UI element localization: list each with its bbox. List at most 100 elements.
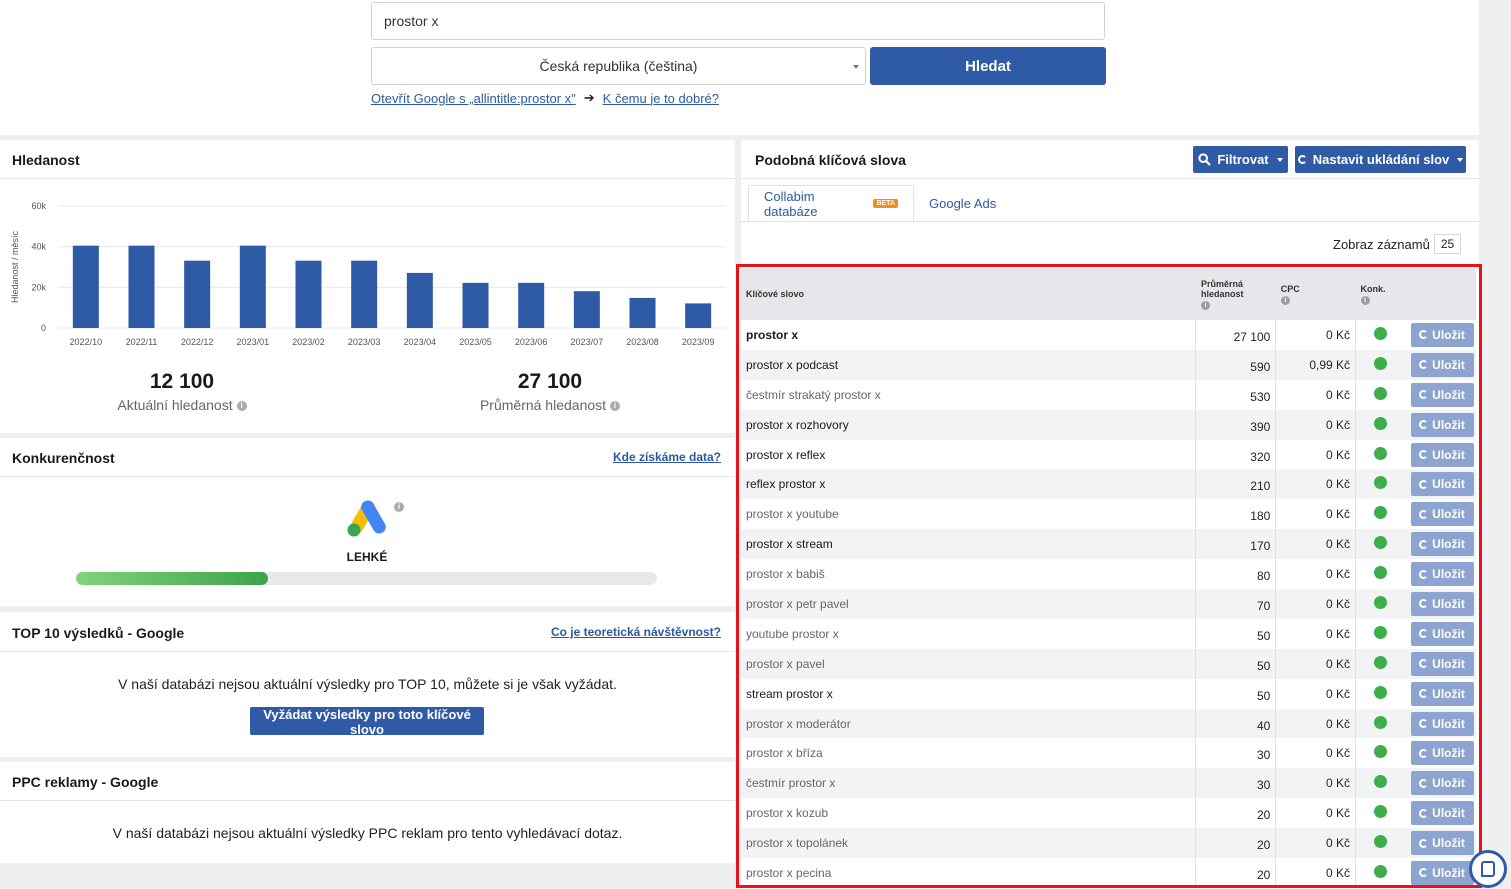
request-results-button[interactable]: Vyžádat výsledky pro toto klíčové slovo xyxy=(250,707,484,737)
tab-collabim-database[interactable]: Collabim databáze BETA xyxy=(748,185,914,222)
keyword-search-input[interactable] xyxy=(371,2,1105,40)
records-label: Zobraz záznamů xyxy=(1333,236,1430,252)
ppc-panel: PPC reklamy - Google xyxy=(0,762,735,863)
average-volume-cell: 320 xyxy=(1195,439,1277,470)
save-keyword-button[interactable]: Uložit xyxy=(1410,860,1474,885)
competition-indicator-icon xyxy=(1374,536,1388,550)
save-keyword-button[interactable]: Uložit xyxy=(1410,472,1474,497)
panel-title: TOP 10 výsledků - Google xyxy=(12,625,185,641)
competition-indicator-icon xyxy=(1374,835,1388,849)
chat-widget-button[interactable] xyxy=(1469,850,1507,888)
info-icon[interactable]: i xyxy=(610,401,621,412)
column-average-volume[interactable]: Průměrná hledanost i xyxy=(1195,268,1276,320)
save-keyword-button[interactable]: Uložit xyxy=(1410,621,1474,646)
save-keyword-button[interactable]: Uložit xyxy=(1410,681,1474,706)
keyword-cell[interactable]: prostor x xyxy=(741,320,1197,350)
keyword-cell[interactable]: prostor x stream xyxy=(741,529,1197,560)
x-tick-label: 2022/12 xyxy=(181,337,214,347)
cpc-cell: 0 Kč xyxy=(1275,768,1357,799)
cpc-cell: 0 Kč xyxy=(1275,678,1357,709)
save-keyword-label: Uložit xyxy=(1432,327,1465,342)
table-row: prostor x moderátor 40 0 Kč Uložit xyxy=(741,708,1476,739)
save-keyword-button[interactable]: Uložit xyxy=(1410,562,1474,587)
table-row: čestmír prostor x 30 0 Kč Uložit xyxy=(741,768,1476,799)
keyword-cell[interactable]: prostor x reflex xyxy=(741,439,1197,470)
competition-indicator-icon xyxy=(1374,386,1388,400)
save-keyword-button[interactable]: Uložit xyxy=(1410,771,1474,796)
competition-progress-fill xyxy=(76,572,268,585)
records-select[interactable]: 25 xyxy=(1433,234,1462,254)
x-tick-label: 2023/01 xyxy=(237,337,270,347)
keyword-cell[interactable]: prostor x moderátor xyxy=(741,708,1197,739)
save-keyword-label: Uložit xyxy=(1432,387,1465,402)
action-cell: Uložit xyxy=(1405,589,1476,619)
competition-indicator-icon xyxy=(1374,506,1388,520)
competition-cell xyxy=(1355,798,1406,829)
save-keyword-button[interactable]: Uložit xyxy=(1410,651,1474,676)
save-keyword-label: Uložit xyxy=(1432,447,1465,462)
filter-button-label: Filtrovat xyxy=(1217,152,1269,167)
column-cpc[interactable]: CPC i xyxy=(1275,268,1356,320)
action-cell: Uložit xyxy=(1405,409,1476,440)
tab-google-ads[interactable]: Google Ads xyxy=(914,185,1011,222)
column-keyword[interactable]: Klíčové slovo xyxy=(741,268,1196,320)
competition-indicator-icon xyxy=(1374,625,1388,639)
competition-indicator-icon xyxy=(1374,476,1388,490)
filter-button[interactable]: Filtrovat xyxy=(1193,146,1288,173)
search-button[interactable]: Hledat xyxy=(870,47,1106,85)
keyword-cell[interactable]: prostor x babiš xyxy=(741,559,1197,590)
table-row: reflex prostor x 210 0 Kč Uložit xyxy=(741,469,1476,500)
keyword-cell[interactable]: prostor x youtube xyxy=(741,499,1197,530)
save-keyword-button[interactable]: Uložit xyxy=(1410,442,1474,467)
competition-cell xyxy=(1355,469,1406,500)
country-select[interactable]: Česká republika (čeština) xyxy=(371,47,866,85)
keyword-cell[interactable]: čestmír prostor x xyxy=(741,768,1197,799)
collabim-icon xyxy=(1419,719,1429,729)
save-keyword-button[interactable]: Uložit xyxy=(1410,502,1474,527)
keyword-cell[interactable]: prostor x pavel xyxy=(741,648,1197,679)
info-icon[interactable]: i xyxy=(394,502,404,512)
chart-bar xyxy=(184,260,211,328)
keyword-cell[interactable]: reflex prostor x xyxy=(741,469,1197,500)
save-keyword-label: Uložit xyxy=(1432,656,1465,671)
save-settings-button[interactable]: Nastavit ukládání slov xyxy=(1295,146,1466,173)
competition-cell xyxy=(1355,858,1406,888)
average-volume-cell: 20 xyxy=(1195,828,1277,859)
open-google-allintitle-link[interactable]: Otevřít Google s „allintitle:prostor x" xyxy=(371,91,576,106)
competition-indicator-icon xyxy=(1374,864,1388,878)
cpc-cell: 0 Kč xyxy=(1275,618,1357,649)
keyword-cell[interactable]: prostor x petr pavel xyxy=(741,589,1197,619)
save-keyword-button[interactable]: Uložit xyxy=(1410,532,1474,557)
google-ads-icon xyxy=(347,500,386,537)
cpc-cell: 0 Kč xyxy=(1275,499,1357,530)
save-keyword-label: Uložit xyxy=(1432,507,1465,522)
why-useful-link[interactable]: K čemu je to dobré? xyxy=(603,91,719,106)
x-tick-label: 2023/05 xyxy=(459,337,492,347)
keyword-cell[interactable]: čestmír strakatý prostor x xyxy=(741,379,1197,410)
keyword-cell[interactable]: prostor x topolánek xyxy=(741,828,1197,859)
save-keyword-button[interactable]: Uložit xyxy=(1410,382,1474,407)
keyword-cell[interactable]: prostor x podcast xyxy=(741,349,1197,380)
cpc-cell: 0 Kč xyxy=(1275,858,1357,888)
x-tick-label: 2023/07 xyxy=(571,337,604,347)
save-keyword-button[interactable]: Uložit xyxy=(1410,591,1474,616)
save-keyword-button[interactable]: Uložit xyxy=(1410,352,1474,377)
save-keyword-button[interactable]: Uložit xyxy=(1410,741,1474,766)
keyword-cell[interactable]: prostor x rozhovory xyxy=(741,409,1197,440)
save-keyword-button[interactable]: Uložit xyxy=(1410,711,1474,736)
column-competition[interactable]: Konk. i xyxy=(1355,268,1406,320)
keyword-cell[interactable]: youtube prostor x xyxy=(741,618,1197,649)
save-keyword-button[interactable]: Uložit xyxy=(1410,412,1474,437)
info-icon[interactable]: i xyxy=(236,401,247,412)
keyword-cell[interactable]: stream prostor x xyxy=(741,678,1197,709)
save-keyword-button[interactable]: Uložit xyxy=(1410,801,1474,826)
keyword-cell[interactable]: prostor x bříza xyxy=(741,738,1197,769)
theoretical-traffic-link[interactable]: Co je teoretická návštěvnost? xyxy=(551,625,721,639)
keyword-cell[interactable]: prostor x pecina xyxy=(741,858,1197,888)
keyword-cell[interactable]: prostor x kozub xyxy=(741,798,1197,829)
column-cpc-label: CPC xyxy=(1280,283,1300,294)
data-source-link[interactable]: Kde získáme data? xyxy=(613,450,721,464)
save-keyword-label: Uložit xyxy=(1432,836,1465,851)
save-keyword-button[interactable]: Uložit xyxy=(1410,831,1474,856)
save-keyword-button[interactable]: Uložit xyxy=(1410,322,1474,347)
